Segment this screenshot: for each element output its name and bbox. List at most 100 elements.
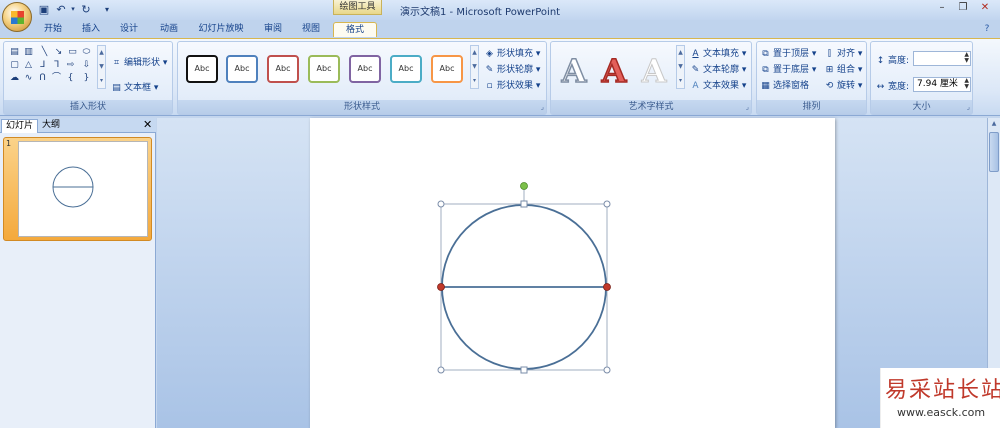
tab-review[interactable]: 审阅 [258, 22, 288, 37]
brace-right-shape-icon[interactable]: } [81, 74, 92, 83]
width-input[interactable]: 7.94 厘米 ▲ ▼ [913, 77, 971, 92]
shape-style-black[interactable]: Abc [186, 55, 218, 83]
send-to-back-button[interactable]: ⧉ 置于底层 ▾ [760, 62, 816, 75]
slide-thumbnail[interactable] [18, 141, 148, 237]
rotation-handle[interactable] [520, 182, 528, 190]
group-arrange: ⧉ 置于顶层 ▾ ⧉ 置于底层 ▾ ▦ 选择窗格 ⫿ 对齐 ▾ ⊞ 组合 ▾ ⟲ 旋转 ▾ … [756, 41, 867, 115]
spin-arrows-icon[interactable]: ▲ ▼ [964, 78, 969, 90]
edit-shape-icon: ⌗ [113, 58, 120, 68]
resize-handle[interactable] [437, 200, 445, 208]
resize-handle[interactable] [603, 366, 611, 374]
arc-shape-icon[interactable]: ⌒ [51, 74, 62, 83]
resize-handle[interactable] [520, 366, 528, 374]
cloud-shape-icon[interactable]: ☁ [9, 74, 20, 83]
triangle-shape-icon[interactable]: △ [23, 61, 34, 70]
scroll-up-icon[interactable]: ▲ [989, 120, 999, 130]
spin-arrows-icon[interactable]: ▲ ▼ [964, 52, 969, 64]
close-icon[interactable]: ✕ [975, 1, 995, 15]
down-arrow-shape-icon[interactable]: ⇩ [81, 61, 92, 70]
rectangle-shape-icon[interactable]: ▭ [67, 48, 78, 57]
text-box-button[interactable]: ▤ 文本框 ▾ [111, 80, 158, 93]
oval-shape-icon[interactable]: ⬭ [81, 48, 92, 57]
edit-shape-button[interactable]: ⌗ 编辑形状 ▾ [111, 55, 167, 68]
group-label-shape-styles: 形状样式 [178, 100, 546, 114]
shape-styles-gallery-scroll[interactable]: ▲ ▼ ▾ [470, 45, 479, 89]
right-arrow-shape-icon[interactable]: ⇨ [65, 61, 76, 70]
tab-insert[interactable]: 插入 [76, 22, 106, 37]
scroll-thumb[interactable] [989, 132, 999, 172]
wordart-style-light[interactable]: A [637, 54, 671, 89]
curve-shape-icon[interactable]: ᑎ [37, 74, 48, 83]
freeform-shape-icon[interactable]: ∿ [23, 74, 34, 83]
text-outline-icon: ✎ [691, 65, 700, 75]
customize-qat-icon[interactable]: ▾ [100, 3, 114, 16]
align-button[interactable]: ⫿ 对齐 ▾ [824, 46, 862, 59]
tab-view[interactable]: 视图 [296, 22, 326, 37]
undo-dropdown-icon[interactable]: ▾ [66, 3, 80, 16]
restore-icon[interactable]: ❐ [953, 1, 973, 15]
line-shape-icon[interactable]: ╲ [39, 48, 50, 57]
tab-animation[interactable]: 动画 [154, 22, 184, 37]
text-effects-button[interactable]: A 文本效果 ▾ [690, 78, 746, 91]
office-logo-icon [11, 11, 24, 24]
height-input[interactable]: ▲ ▼ [913, 51, 971, 66]
resize-handle[interactable] [603, 200, 611, 208]
tab-design[interactable]: 设计 [114, 22, 144, 37]
resize-handle[interactable] [520, 200, 528, 208]
office-button[interactable] [2, 2, 32, 32]
connection-point[interactable] [603, 283, 611, 291]
tab-format[interactable]: 格式 [333, 22, 377, 37]
connection-point[interactable] [437, 283, 445, 291]
group-icon: ⊞ [825, 65, 834, 75]
shape-style-aqua[interactable]: Abc [390, 55, 422, 83]
shape-style-orange[interactable]: Abc [431, 55, 463, 83]
rounded-rect-shape-icon[interactable]: ▢ [9, 61, 20, 70]
group-button[interactable]: ⊞ 组合 ▾ [824, 62, 863, 75]
slide-thumbnail-selected[interactable]: 1 [3, 137, 152, 241]
slide-canvas[interactable] [310, 118, 835, 428]
wordart-style-red[interactable]: A [597, 53, 631, 89]
wordart-style-outline-gray[interactable]: A [557, 53, 591, 89]
shape-style-green[interactable]: Abc [308, 55, 340, 83]
wordart-gallery-scroll[interactable]: ▲ ▼ ▾ [676, 45, 685, 89]
rotate-icon: ⟲ [825, 81, 834, 91]
group-insert-shapes: ▤ ▥ ╲ ↘ ▭ ⬭ ▢ △ ᒧ ᒣ ⇨ ⇩ ☁ ∿ ᑎ ⌒ { } ▲ ▼ ▾ … [3, 41, 173, 115]
group-wordart-styles: A A A ▲ ▼ ▾ A 文本填充 ▾ ✎ 文本轮廓 ▾ A 文本效果 ▾ 艺术字样式 … [550, 41, 752, 115]
shape-style-blue[interactable]: Abc [226, 55, 258, 83]
tab-outline[interactable]: 大纲 [38, 119, 64, 133]
selection-pane-icon: ▦ [761, 81, 770, 91]
shape-style-red[interactable]: Abc [267, 55, 299, 83]
save-icon[interactable]: ▣ [37, 3, 51, 16]
textbox-shape-icon[interactable]: ▤ [9, 48, 20, 57]
minimize-icon[interactable]: – [932, 1, 952, 15]
resize-handle[interactable] [437, 366, 445, 374]
shapes-gallery-scroll[interactable]: ▲ ▼ ▾ [97, 45, 106, 89]
elbow-connector-icon[interactable]: ᒧ [37, 61, 48, 70]
text-outline-button[interactable]: ✎ 文本轮廓 ▾ [690, 62, 747, 75]
dialog-launcher-icon[interactable]: ⌟ [541, 103, 544, 111]
help-icon[interactable]: ? [980, 22, 994, 37]
elbow-arrow-icon[interactable]: ᒣ [51, 61, 62, 70]
rotate-button[interactable]: ⟲ 旋转 ▾ [824, 78, 863, 91]
tab-slideshow[interactable]: 幻灯片放映 [194, 22, 248, 37]
shape-outline-button[interactable]: ✎ 形状轮廓 ▾ [484, 62, 541, 75]
text-fill-icon: A [692, 49, 699, 59]
bring-to-front-button[interactable]: ⧉ 置于顶层 ▾ [760, 46, 816, 59]
tab-home[interactable]: 开始 [38, 22, 68, 37]
selected-shape[interactable] [310, 118, 835, 428]
redo-icon[interactable]: ↻ [79, 3, 93, 16]
dialog-launcher-icon[interactable]: ⌟ [746, 103, 749, 111]
dialog-launcher-icon[interactable]: ⌟ [967, 103, 970, 111]
shape-fill-button[interactable]: ◈ 形状填充 ▾ [484, 46, 540, 59]
shape-style-purple[interactable]: Abc [349, 55, 381, 83]
selection-pane-button[interactable]: ▦ 选择窗格 [760, 78, 809, 91]
watermark: 易采站长站 www.easck.com [880, 368, 1000, 428]
text-fill-button[interactable]: A 文本填充 ▾ [690, 46, 746, 59]
text-effects-icon: A [692, 81, 699, 91]
close-panel-icon[interactable]: ✕ [139, 119, 156, 133]
brace-left-shape-icon[interactable]: { [65, 74, 76, 83]
tab-slides[interactable]: 幻灯片 [1, 119, 39, 133]
arrow-shape-icon[interactable]: ↘ [53, 48, 64, 57]
shape-effects-button[interactable]: ▫ 形状效果 ▾ [484, 78, 540, 91]
vtextbox-shape-icon[interactable]: ▥ [23, 48, 34, 57]
